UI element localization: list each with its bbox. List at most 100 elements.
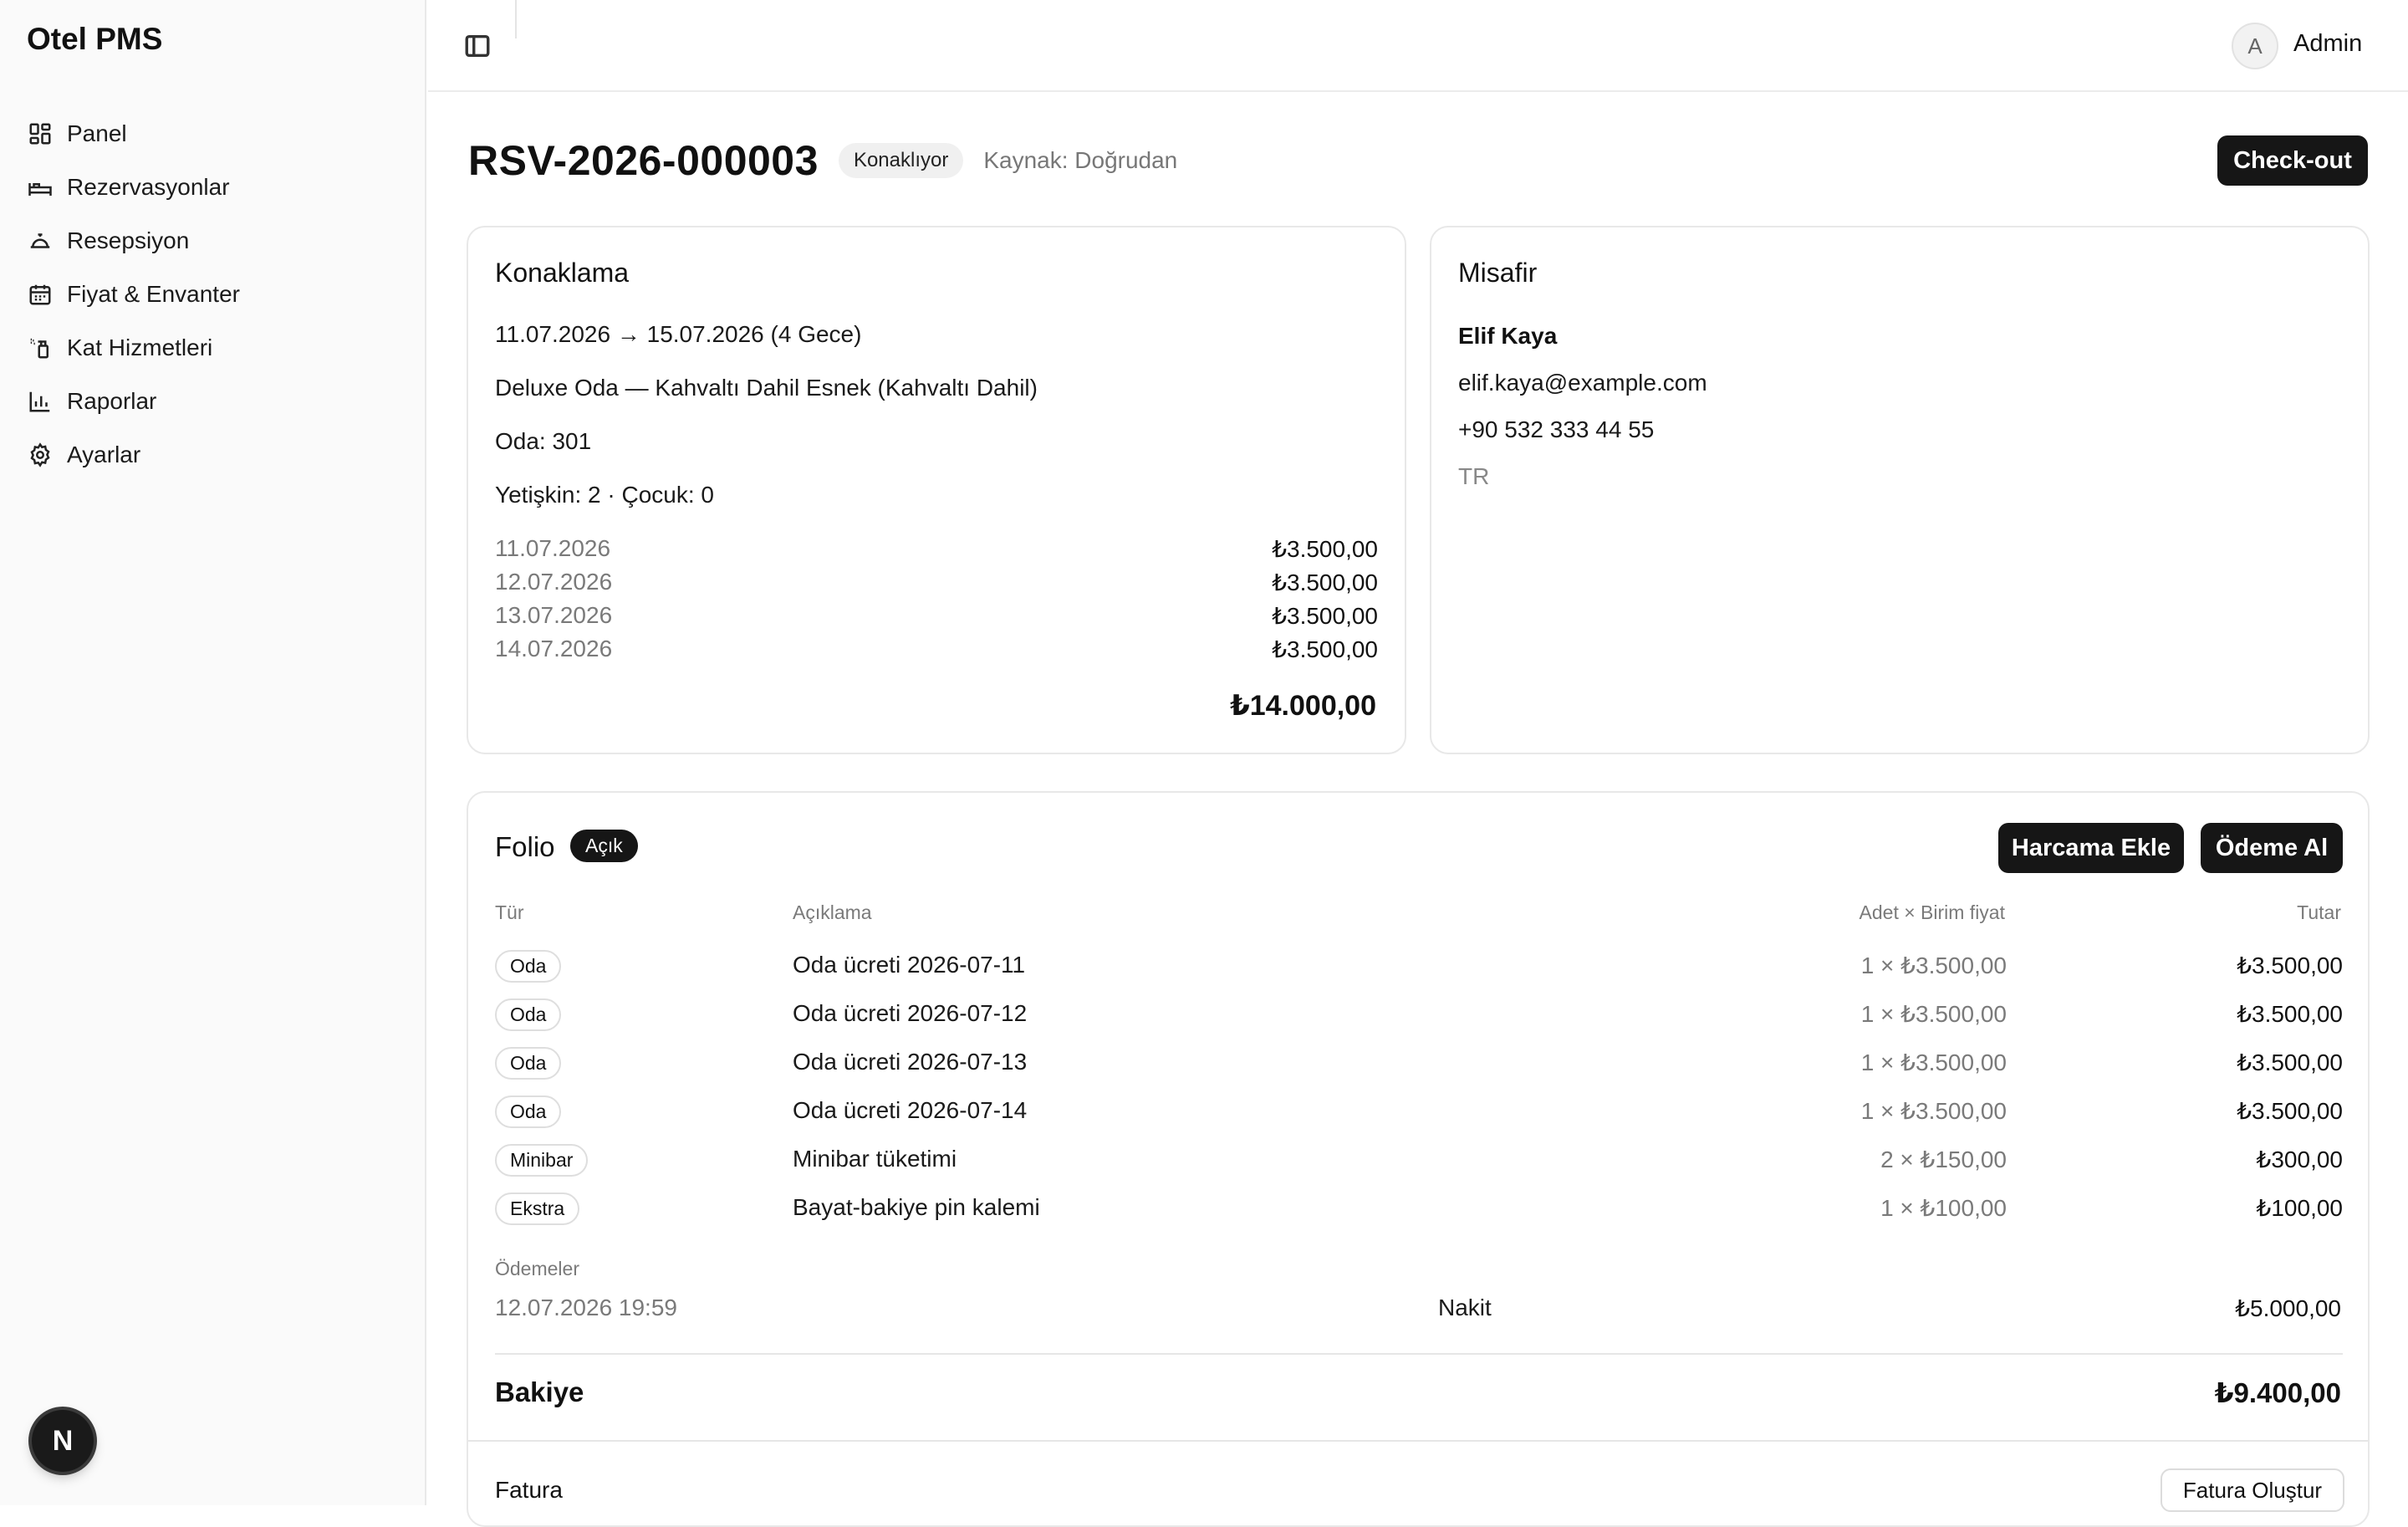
payment-amount: ₺5.000,00 (2235, 1295, 2341, 1321)
sidebar-item-label: Kat Hizmetleri (67, 335, 213, 360)
charge-amount: ₺100,00 (2256, 1195, 2343, 1221)
column-header-type: Tür (495, 901, 524, 923)
charge-description: Oda ücreti 2026-07-13 (793, 1049, 1028, 1075)
folio-table: Oda Oda ücreti 2026-07-11 1 × ₺3.500,00 … (495, 942, 2343, 1233)
take-payment-button[interactable]: Ödeme Al (2201, 823, 2343, 873)
charge-qty-price: 1 × ₺100,00 (1880, 1195, 2007, 1221)
avatar[interactable]: A (2232, 23, 2278, 69)
checkout-button[interactable]: Check-out (2217, 135, 2368, 186)
sidebar-item-settings[interactable]: Ayarlar (27, 428, 403, 482)
night-row: 13.07.2026 ₺3.500,00 (495, 602, 1378, 636)
add-charge-button[interactable]: Harcama Ekle (1998, 823, 2184, 873)
night-price: ₺3.500,00 (1272, 603, 1378, 629)
status-badge: Konaklıyor (838, 143, 964, 178)
payments-label: Ödemeler (495, 1258, 579, 1279)
table-row: Ekstra Bayat-bakiye pin kalemi 1 × ₺100,… (495, 1184, 2343, 1233)
sidebar-item-reports[interactable]: Raporlar (27, 375, 403, 428)
stay-dates: 11.07.2026 → 15.07.2026 (4 Gece) (495, 321, 862, 347)
spray-bottle-icon (27, 335, 54, 361)
top-header: A Admin (428, 0, 2408, 92)
night-row: 14.07.2026 ₺3.500,00 (495, 636, 1378, 669)
divider (468, 1440, 2368, 1442)
column-header-amount: Tutar (2297, 901, 2341, 923)
table-row: Oda Oda ücreti 2026-07-12 1 × ₺3.500,00 … (495, 990, 2343, 1039)
night-date: 12.07.2026 (495, 569, 613, 595)
column-header-description: Açıklama (793, 901, 872, 923)
folio-card: Folio Açık Harcama Ekle Ödeme Al Tür Açı… (467, 791, 2370, 1527)
charge-amount: ₺3.500,00 (2237, 1001, 2343, 1027)
charge-amount: ₺3.500,00 (2237, 952, 2343, 978)
night-date: 11.07.2026 (495, 535, 611, 561)
sidebar-item-panel[interactable]: Panel (27, 107, 403, 161)
n-badge-button[interactable]: N (32, 1410, 94, 1472)
bell-icon (27, 227, 54, 254)
night-row: 11.07.2026 ₺3.500,00 (495, 535, 1378, 569)
sidebar-item-reservations[interactable]: Rezervasyonlar (27, 161, 403, 214)
night-date: 13.07.2026 (495, 602, 613, 628)
stay-card: Konaklama 11.07.2026 → 15.07.2026 (4 Gec… (467, 226, 1406, 754)
charge-description: Bayat-bakiye pin kalemi (793, 1194, 1040, 1220)
charge-qty-price: 1 × ₺3.500,00 (1860, 952, 2007, 978)
night-row: 12.07.2026 ₺3.500,00 (495, 569, 1378, 602)
sidebar-item-label: Fiyat & Envanter (67, 281, 240, 307)
guest-name: Elif Kaya (1458, 323, 1558, 349)
sidebar-item-rates-inventory[interactable]: Fiyat & Envanter (27, 268, 403, 321)
charge-qty-price: 1 × ₺3.500,00 (1860, 1001, 2007, 1027)
charge-amount: ₺300,00 (2256, 1147, 2343, 1172)
table-row: Oda Oda ücreti 2026-07-14 1 × ₺3.500,00 … (495, 1087, 2343, 1136)
night-price: ₺3.500,00 (1272, 569, 1378, 595)
create-invoice-button[interactable]: Fatura Oluştur (2161, 1468, 2344, 1512)
stay-card-title: Konaklama (495, 258, 630, 288)
sidebar-item-label: Raporlar (67, 388, 157, 414)
balance-amount: ₺9.400,00 (2214, 1377, 2341, 1408)
stay-total: ₺14.000,00 (1230, 690, 1376, 722)
charge-type-badge: Oda (495, 950, 562, 983)
user-name[interactable]: Admin (2293, 30, 2362, 58)
reservation-title-row: RSV-2026-000003 Konaklıyor Kaynak: Doğru… (468, 134, 1177, 187)
charge-type-badge: Oda (495, 1047, 562, 1080)
table-row: Oda Oda ücreti 2026-07-13 1 × ₺3.500,00 … (495, 1039, 2343, 1087)
sidebar-item-label: Ayarlar (67, 442, 141, 467)
guest-card: Misafir Elif Kaya elif.kaya@example.com … (1430, 226, 2370, 754)
sidebar-item-label: Rezervasyonlar (67, 174, 230, 200)
charge-description: Minibar tüketimi (793, 1146, 957, 1172)
nightly-rates: 11.07.2026 ₺3.500,00 12.07.2026 ₺3.500,0… (495, 535, 1378, 669)
table-row: Oda Oda ücreti 2026-07-11 1 × ₺3.500,00 … (495, 942, 2343, 990)
dashboard-icon (27, 120, 54, 147)
guest-phone: +90 532 333 44 55 (1458, 416, 1655, 442)
sidebar-item-reception[interactable]: Resepsiyon (27, 214, 403, 268)
column-header-qty-price: Adet × Birim fiyat (1859, 901, 2005, 923)
night-price: ₺3.500,00 (1272, 636, 1378, 662)
folio-title: Folio (495, 831, 555, 862)
payment-date: 12.07.2026 19:59 (495, 1295, 677, 1320)
charge-type-badge: Minibar (495, 1144, 589, 1177)
room-number: Oda: 301 (495, 428, 592, 454)
guest-email: elif.kaya@example.com (1458, 370, 1707, 396)
gear-icon (27, 442, 54, 468)
sidebar: Otel PMS Panel Rezervasyonlar Resepsiyon… (0, 0, 426, 1505)
room-type: Deluxe Oda — Kahvaltı Dahil Esnek (Kahva… (495, 375, 1038, 401)
occupancy: Yetişkin: 2 · Çocuk: 0 (495, 482, 714, 508)
calendar-icon (27, 281, 54, 308)
charge-qty-price: 1 × ₺3.500,00 (1860, 1049, 2007, 1075)
divider (495, 1353, 2343, 1355)
sidebar-item-label: Resepsiyon (67, 227, 190, 253)
charge-type-badge: Oda (495, 1095, 562, 1128)
charge-qty-price: 2 × ₺150,00 (1880, 1147, 2007, 1172)
sidebar-toggle-icon[interactable] (463, 32, 492, 60)
sidebar-nav: Panel Rezervasyonlar Resepsiyon Fiyat & … (27, 107, 403, 482)
bar-chart-icon (27, 388, 54, 415)
night-date: 14.07.2026 (495, 636, 613, 661)
header-divider (515, 0, 517, 38)
guest-country: TR (1458, 463, 1490, 489)
sidebar-item-housekeeping[interactable]: Kat Hizmetleri (27, 321, 403, 375)
charge-qty-price: 1 × ₺3.500,00 (1860, 1098, 2007, 1124)
app-title: Otel PMS (27, 22, 163, 56)
night-price: ₺3.500,00 (1272, 536, 1378, 562)
reservation-source: Kaynak: Doğrudan (983, 147, 1178, 173)
charge-description: Oda ücreti 2026-07-11 (793, 952, 1026, 978)
charge-description: Oda ücreti 2026-07-12 (793, 1000, 1028, 1026)
guest-card-title: Misafir (1458, 258, 1538, 288)
page-title: RSV-2026-000003 (468, 137, 819, 184)
charge-amount: ₺3.500,00 (2237, 1049, 2343, 1075)
